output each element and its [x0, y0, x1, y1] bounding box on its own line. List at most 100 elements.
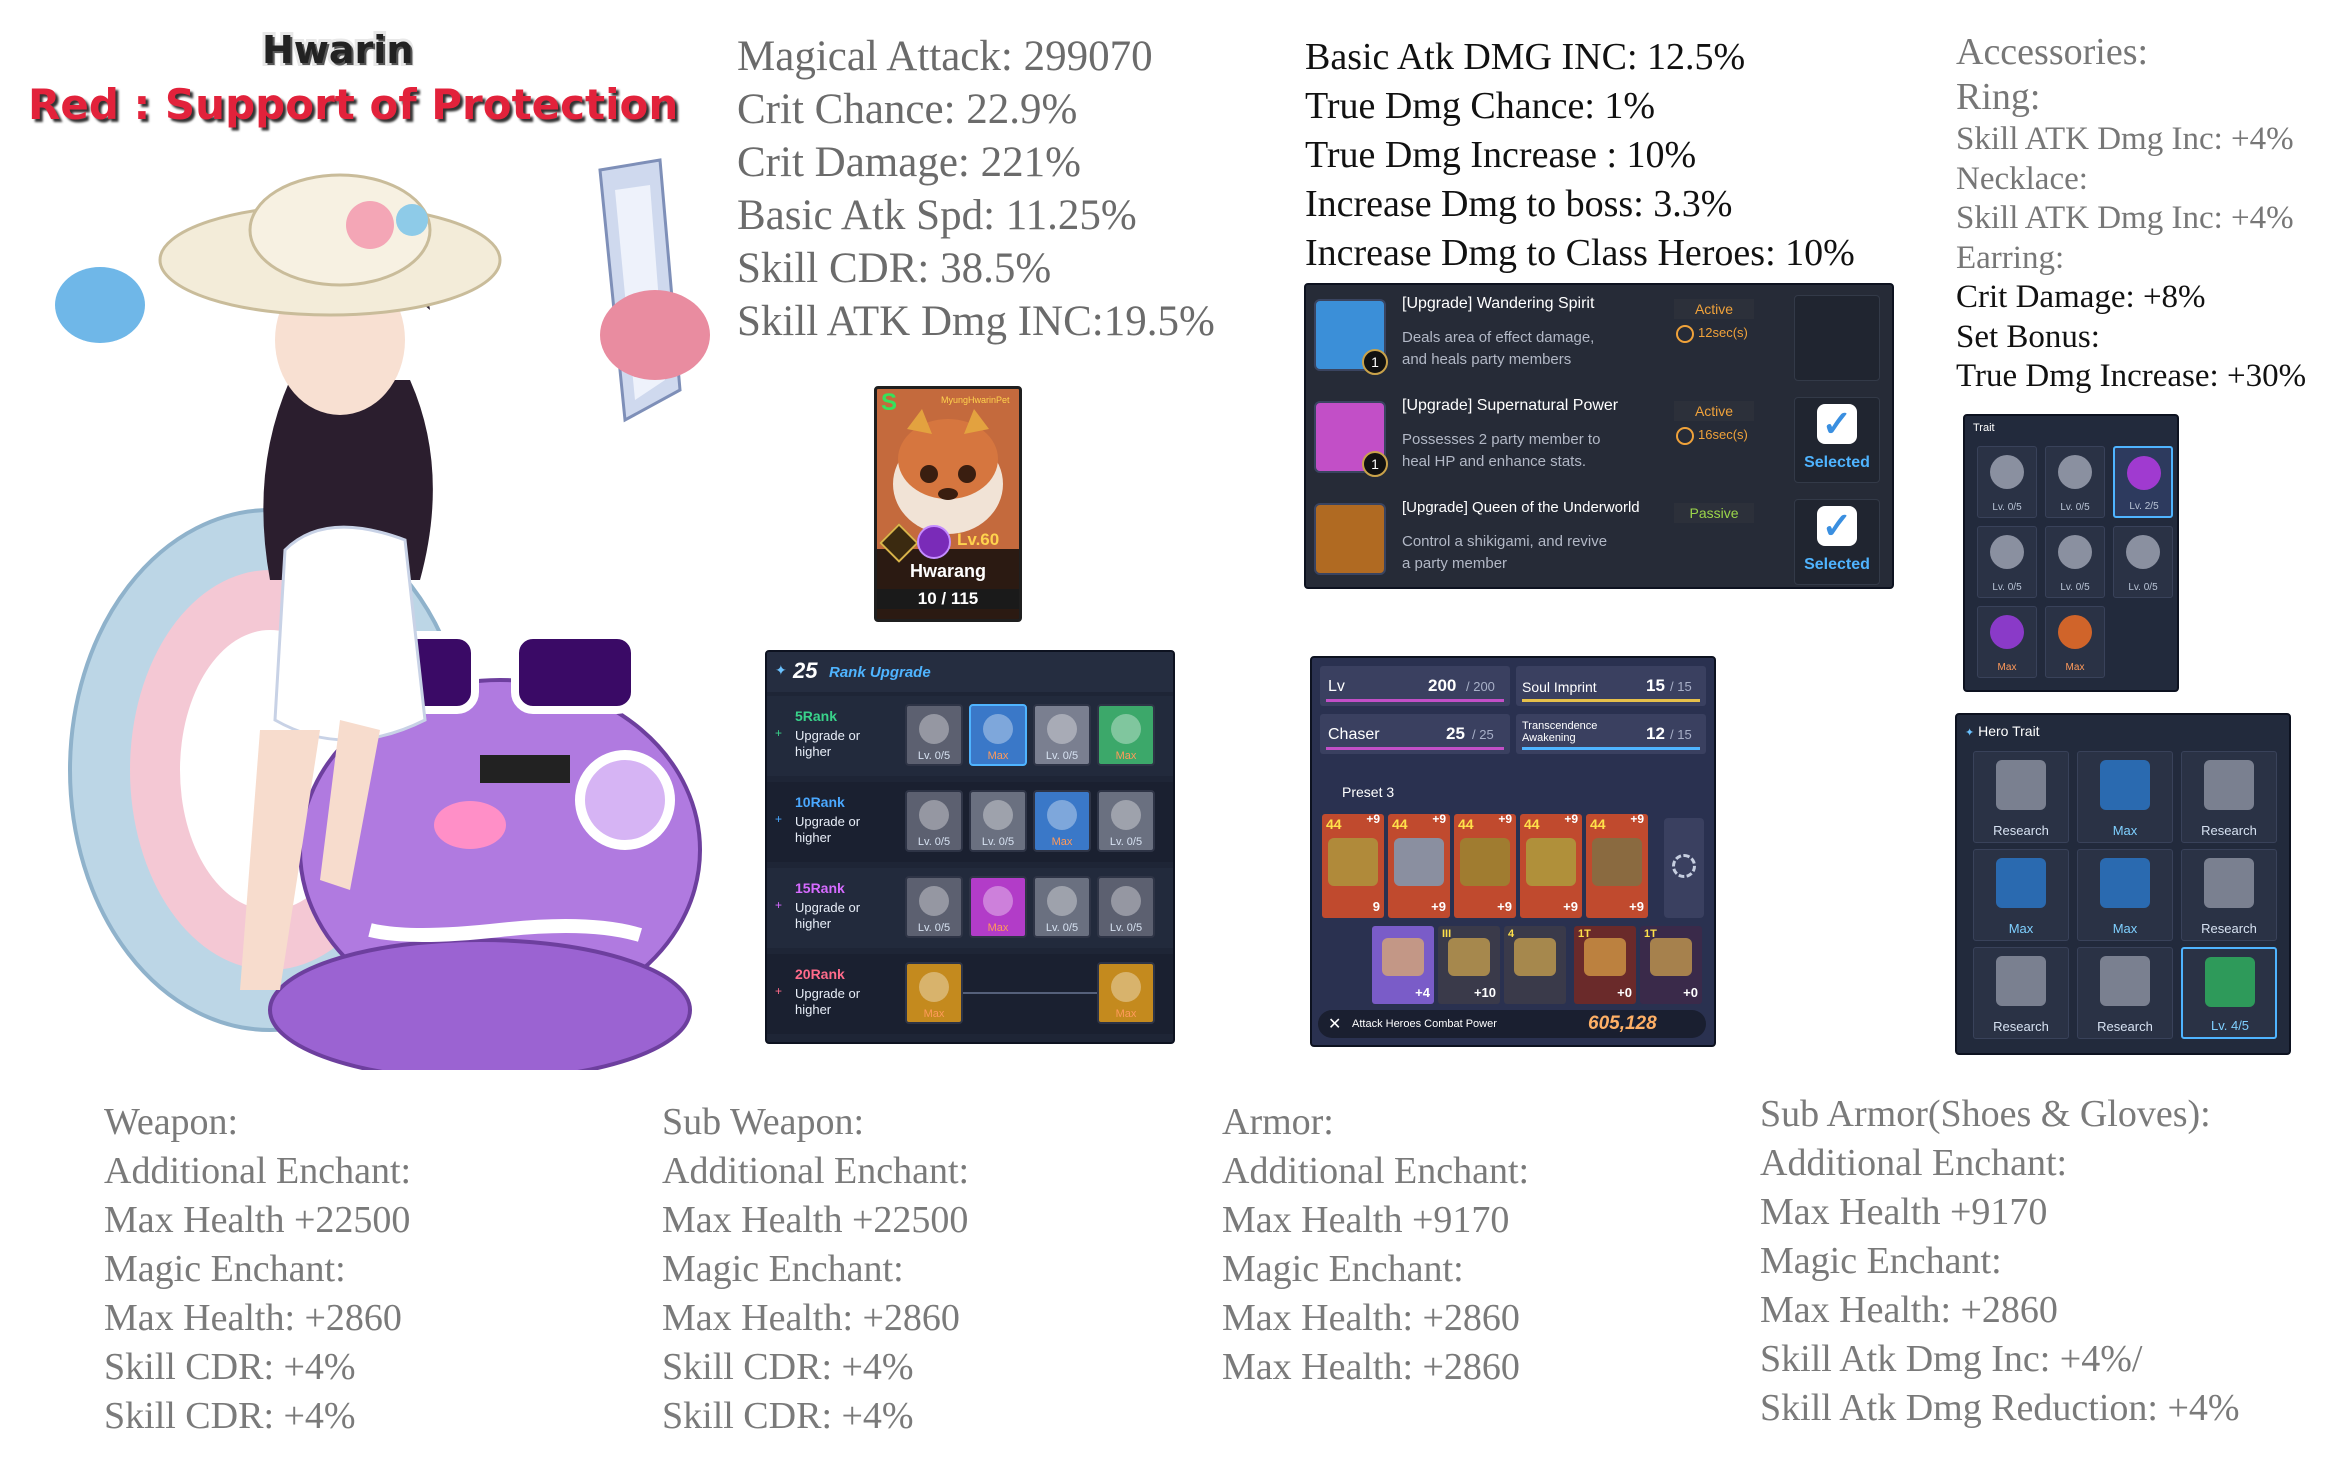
equip-item-icon [1460, 838, 1510, 886]
arrow-up-icon: + [775, 984, 783, 998]
combat-power-label: Attack Heroes Combat Power [1352, 1018, 1497, 1030]
hero-trait-slot[interactable]: Research [2181, 849, 2277, 941]
acc-set-bonus-value: True Dmg Increase: +30% [1956, 358, 2307, 394]
hero-trait-slot[interactable]: Lv. 4/5 [2181, 947, 2277, 1039]
trait-slot[interactable]: Max [2045, 606, 2105, 678]
rank-skill-slot[interactable]: Max [969, 876, 1027, 938]
rank-slot-level: Lv. 0/5 [1109, 836, 1143, 848]
equip-sub-icon [1514, 938, 1556, 976]
trait-slot[interactable]: Lv. 0/5 [2045, 526, 2105, 598]
rank-skill-icon [1047, 800, 1077, 830]
cooldown-icon [1676, 325, 1694, 343]
equip-sub-slot[interactable]: 4 [1504, 926, 1566, 1004]
trait-panel: Trait Lv. 0/5 Lv. 0/5 Lv. 2/5 Lv. 0/5 Lv. 0/… [1963, 414, 2179, 692]
rank-skill-slot[interactable]: Max [969, 704, 1027, 766]
skill-row-2[interactable]: 1 [Upgrade] Supernatural Power Possesses… [1314, 397, 1884, 483]
equip-slot[interactable]: 44 +9 +9 [1520, 812, 1582, 918]
rank-skill-slot[interactable]: Max [1097, 704, 1155, 766]
rank-skill-slot[interactable]: Lv. 0/5 [905, 790, 963, 852]
pet-card[interactable]: S MyungHwarinPet Lv.60 Hwarang 10 / 115 [874, 386, 1022, 622]
hero-trait-icon [2204, 858, 2254, 908]
skill-desc-2: and heals party members [1402, 351, 1572, 368]
rank-slot-level: Max [923, 1008, 945, 1020]
sword-icon: ✕ [1328, 1016, 1342, 1033]
equip-sub-slot[interactable]: 1T +0 [1640, 926, 1702, 1004]
preset-label: Preset 3 [1342, 784, 1395, 800]
soul-bar [1522, 699, 1700, 702]
character-illustration [40, 130, 720, 1082]
equip-sub-tag: 4 [1508, 928, 1515, 940]
soul-value: 15 [1646, 676, 1665, 695]
combat-power-bar: ✕ Attack Heroes Combat Power 605,128 [1318, 1010, 1706, 1038]
preset-settings-button[interactable] [1664, 818, 1704, 918]
trait-slot[interactable]: Max [1977, 606, 2037, 678]
gear-line: Magic Enchant: [1222, 1248, 1464, 1290]
rank-skill-slot[interactable]: Lv. 0/5 [905, 704, 963, 766]
skill-selected-slot[interactable]: ✓ Selected [1794, 499, 1880, 585]
equip-sub-value: +0 [1617, 985, 1632, 1000]
equip-plus-bottom: +9 [1629, 899, 1644, 914]
hero-trait-slot[interactable]: Max [2077, 751, 2173, 843]
hero-trait-slot[interactable]: Research [1973, 751, 2069, 843]
trait-slot[interactable]: Lv. 0/5 [2113, 526, 2173, 598]
rank-skill-slot[interactable]: Lv. 0/5 [1033, 704, 1091, 766]
rank-skill-slot[interactable]: Lv. 0/5 [1097, 876, 1155, 938]
trait-slot[interactable]: Lv. 2/5 [2113, 446, 2173, 518]
trait-icon [2058, 615, 2092, 649]
skill-selected-slot[interactable]: ✓ Selected [1794, 397, 1880, 483]
skill-desc-1: Control a shikigami, and revive [1402, 533, 1608, 550]
rank-sub-1: Upgrade or [795, 728, 861, 743]
equip-sub-slot[interactable]: 1T +0 [1574, 926, 1636, 1004]
gear-line: Additional Enchant: [1760, 1142, 2068, 1184]
pet-class-icon [917, 525, 951, 559]
skill-selected-label: Selected [1804, 556, 1870, 573]
gear-line: Max Health: +2860 [1760, 1289, 2058, 1331]
equip-slot[interactable]: 44 +9 +9 [1388, 812, 1450, 918]
equip-sub-icon [1584, 938, 1626, 976]
hero-trait-slot[interactable]: Max [2077, 849, 2173, 941]
skill-empty-slot[interactable] [1794, 295, 1880, 381]
rank-skill-slot[interactable]: Max [1097, 962, 1155, 1024]
skill-name: [Upgrade] Supernatural Power [1402, 397, 1619, 414]
rank-slot-level: Max [987, 750, 1009, 762]
equip-slot[interactable]: 44 +9 9 [1322, 812, 1384, 918]
hero-trait-icon [2204, 760, 2254, 810]
trait-slot[interactable]: Lv. 0/5 [1977, 526, 2037, 598]
hero-trait-slot[interactable]: Research [2077, 947, 2173, 1039]
hero-trait-slot[interactable]: Research [2181, 751, 2277, 843]
rank-skill-slot[interactable]: Lv. 0/5 [1097, 790, 1155, 852]
rank-label: 15Rank [795, 880, 845, 896]
gear-armor: Armor: Additional Enchant: Max Health +917… [1222, 1098, 1529, 1392]
rank-skill-slot[interactable]: Max [1033, 790, 1091, 852]
trait-title: Trait [1973, 422, 1995, 434]
rank-skill-slot[interactable]: Lv. 0/5 [969, 790, 1027, 852]
skill-desc-1: Deals area of effect damage, [1402, 329, 1595, 346]
rank-skill-slot[interactable]: Lv. 0/5 [905, 876, 963, 938]
checkmark-icon: ✓ [1817, 404, 1857, 444]
trait-icon [1990, 455, 2024, 489]
rank-slot-level: Lv. 0/5 [917, 922, 951, 934]
rank-skill-icon [919, 972, 949, 1002]
hero-trait-slot[interactable]: Max [1973, 849, 2069, 941]
trait-slot[interactable]: Lv. 0/5 [1977, 446, 2037, 518]
rank-skill-icon [919, 886, 949, 916]
equip-sub-slot[interactable]: III +10 [1438, 926, 1500, 1004]
rank-slot-level: Lv. 0/5 [917, 750, 951, 762]
equip-slot[interactable]: 44 +9 +9 [1454, 812, 1516, 918]
equip-level: 44 [1392, 816, 1408, 832]
rank-slot-level: Lv. 0/5 [917, 836, 951, 848]
equip-slot[interactable]: 44 +9 +9 [1586, 812, 1648, 918]
gear-line: Max Health: +2860 [104, 1297, 402, 1339]
hero-trait-slot[interactable]: Research [1973, 947, 2069, 1039]
gear-icon [1672, 854, 1696, 878]
gear-line: Skill CDR: +4% [104, 1346, 356, 1388]
acc-set-bonus: Set Bonus: [1956, 318, 2100, 355]
rank-skill-slot[interactable]: Lv. 0/5 [1033, 876, 1091, 938]
rank-skill-slot[interactable]: Max [905, 962, 963, 1024]
rank-skill-icon [919, 800, 949, 830]
skill-row-1[interactable]: 1 [Upgrade] Wandering Spirit Deals area … [1314, 295, 1884, 381]
trait-slot[interactable]: Lv. 0/5 [2045, 446, 2105, 518]
equip-sub-slot[interactable]: +4 [1372, 926, 1434, 1004]
skill-row-3[interactable]: [Upgrade] Queen of the Underworld Contro… [1314, 499, 1884, 585]
gear-line: Max Health +9170 [1222, 1199, 1510, 1241]
